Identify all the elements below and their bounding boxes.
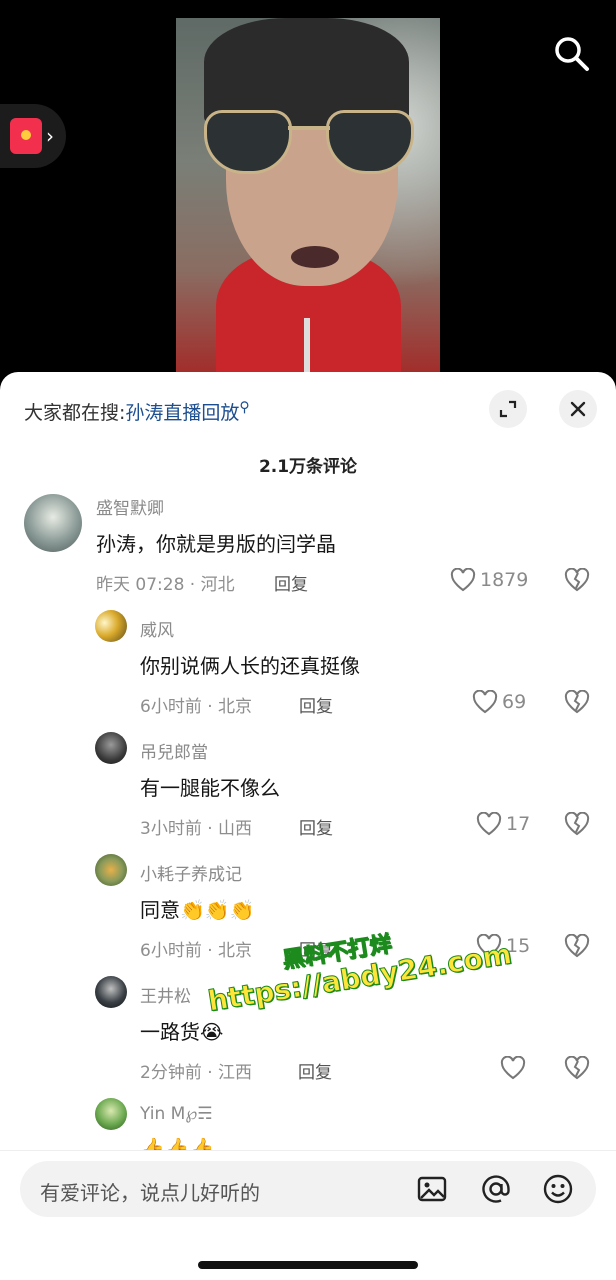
comment-input-placeholder: 有爱评论，说点儿好听的 [40, 1181, 260, 1205]
red-packet-icon [10, 118, 42, 154]
avatar[interactable] [95, 1098, 127, 1130]
dislike-button[interactable] [564, 933, 590, 962]
heart-broken-icon [564, 567, 590, 592]
like-button[interactable]: 15 [476, 934, 530, 958]
expand-icon [499, 400, 517, 418]
heart-broken-icon [564, 933, 590, 958]
reply-button[interactable]: 回复 [274, 570, 308, 595]
close-button[interactable] [559, 390, 597, 428]
at-icon[interactable] [480, 1173, 512, 1205]
heart-icon [500, 1056, 526, 1080]
heart-broken-icon [564, 811, 590, 836]
dislike-button[interactable] [564, 567, 590, 596]
like-button[interactable]: 69 [472, 690, 526, 714]
dislike-button[interactable] [564, 811, 590, 840]
chevron-right-icon: › [46, 124, 54, 148]
red-packet-button[interactable]: › [0, 104, 66, 168]
comment-count: 2.1万条评论 [258, 457, 358, 477]
heart-icon [450, 568, 476, 592]
hot-search-bar[interactable]: 大家都在搜:孙涛直播回放⚲ [24, 398, 250, 425]
comment-username[interactable]: 吊兒郎當 [140, 738, 208, 763]
avatar[interactable] [95, 976, 127, 1008]
comment-username[interactable]: 盛智默卿 [96, 494, 164, 519]
comment-meta: 3小时前 · 山西 [140, 819, 253, 839]
comment-meta: 6小时前 · 北京 [140, 941, 253, 961]
like-count: 1879 [480, 569, 529, 591]
comment-meta: 2分钟前 · 江西 [140, 1063, 253, 1083]
comment-username[interactable]: 王井松 [140, 982, 191, 1007]
comment-text: 有一腿能不像么 [140, 776, 280, 800]
reply-button[interactable]: 回复 [299, 936, 333, 961]
comment-text: 一路货😭 [140, 1020, 224, 1044]
hot-search-prefix: 大家都在搜: [24, 402, 126, 424]
comment-input[interactable]: 有爱评论，说点儿好听的 [20, 1161, 596, 1217]
reply-button[interactable]: 回复 [299, 814, 333, 839]
heart-broken-icon [564, 689, 590, 714]
comment-meta: 6小时前 · 北京 [140, 697, 253, 717]
heart-broken-icon [564, 1055, 590, 1080]
like-button[interactable]: 1879 [450, 568, 528, 592]
avatar[interactable] [24, 494, 82, 552]
search-small-icon: ⚲ [239, 399, 250, 416]
emoji-icon[interactable] [542, 1173, 574, 1205]
comment-sheet: 大家都在搜:孙涛直播回放⚲ 2.1万条评论 盛智默卿 孙涛，你就是男版的闫学晶 … [0, 372, 616, 1280]
close-icon [570, 401, 586, 417]
video-frame[interactable] [176, 18, 440, 378]
like-button[interactable]: 17 [476, 812, 530, 836]
like-count: 69 [502, 691, 527, 713]
comment-text: 孙涛，你就是男版的闫学晶 [96, 532, 336, 556]
dislike-button[interactable] [564, 1055, 590, 1084]
avatar[interactable] [95, 854, 127, 886]
like-count: 15 [506, 935, 531, 957]
avatar[interactable] [95, 732, 127, 764]
comment-input-bar: 有爱评论，说点儿好听的 [0, 1150, 616, 1280]
like-count: 17 [506, 813, 531, 835]
crying-emoji: 😭 [200, 1020, 224, 1044]
heart-icon [476, 934, 502, 958]
hot-search-keyword[interactable]: 孙涛直播回放 [125, 402, 239, 424]
comment-username[interactable]: 威风 [140, 616, 174, 641]
like-button[interactable] [500, 1056, 530, 1080]
reply-button[interactable]: 回复 [298, 1058, 332, 1083]
heart-icon [476, 812, 502, 836]
expand-button[interactable] [489, 390, 527, 428]
comment-username[interactable]: 小耗子养成记 [140, 860, 242, 885]
heart-icon [472, 690, 498, 714]
avatar[interactable] [95, 610, 127, 642]
clap-emoji: 👏👏👏 [180, 898, 255, 922]
comment-text: 同意👏👏👏 [140, 898, 255, 922]
home-indicator[interactable] [198, 1261, 418, 1269]
comment-username[interactable]: Yin M℘☴ [140, 1104, 212, 1124]
comment-text: 你别说俩人长的还真挺像 [140, 654, 360, 678]
image-icon[interactable] [416, 1173, 448, 1205]
reply-button[interactable]: 回复 [299, 692, 333, 717]
dislike-button[interactable] [564, 689, 590, 718]
search-icon[interactable] [552, 34, 592, 74]
comment-meta: 昨天 07:28 · 河北 [96, 575, 235, 595]
